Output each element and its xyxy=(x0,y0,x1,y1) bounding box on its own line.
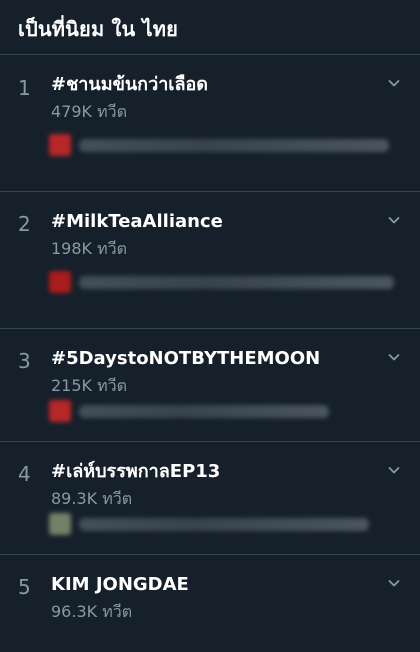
chevron-down-icon[interactable] xyxy=(386,462,402,478)
chevron-down-icon[interactable] xyxy=(386,575,402,591)
blurred-text xyxy=(79,404,329,418)
trends-header: เป็นที่นิยม ใน ไทย xyxy=(0,0,420,55)
trend-tweet-count: 215K ทวีต xyxy=(51,376,128,395)
trend-tweet-count: 198K ทวีต xyxy=(51,239,128,258)
trend-item-2[interactable]: 2 #MilkTeaAlliance 198K ทวีต xyxy=(0,192,420,329)
trend-rank: 3 xyxy=(18,349,31,373)
avatar xyxy=(49,513,71,535)
trend-name[interactable]: #ชานมข้นกว่าเลือด xyxy=(51,72,208,98)
trend-tweet-count: 479K ทวีต xyxy=(51,102,128,121)
blurred-tweet-preview xyxy=(49,510,399,538)
chevron-down-icon[interactable] xyxy=(386,349,402,365)
blurred-tweet-preview xyxy=(49,131,399,159)
trend-tweet-count: 96.3K ทวีต xyxy=(51,602,133,621)
trend-item-3[interactable]: 3 #5DaystoNOTBYTHEMOON 215K ทวีต xyxy=(0,329,420,442)
trend-rank: 5 xyxy=(18,575,31,599)
trend-rank: 2 xyxy=(18,212,31,236)
trend-name[interactable]: #MilkTeaAlliance xyxy=(51,209,223,235)
trend-tweet-count: 89.3K ทวีต xyxy=(51,489,133,508)
trend-item-5[interactable]: 5 KIM JONGDAE 96.3K ทวีต xyxy=(0,555,420,649)
chevron-down-icon[interactable] xyxy=(386,212,402,228)
avatar xyxy=(49,400,71,422)
trend-name[interactable]: #5DaystoNOTBYTHEMOON xyxy=(51,346,320,372)
trend-item-1[interactable]: 1 #ชานมข้นกว่าเลือด 479K ทวีต xyxy=(0,55,420,192)
blurred-tweet-preview xyxy=(49,268,399,296)
trend-rank: 1 xyxy=(18,76,31,100)
trend-name[interactable]: #เล่ห์บรรพกาลEP13 xyxy=(51,459,220,485)
blurred-text xyxy=(79,138,389,152)
blurred-tweet-preview xyxy=(49,397,399,425)
trend-item-4[interactable]: 4 #เล่ห์บรรพกาลEP13 89.3K ทวีต xyxy=(0,442,420,555)
trend-rank: 4 xyxy=(18,462,31,486)
blurred-text xyxy=(79,275,394,289)
blurred-text xyxy=(79,517,369,531)
trend-name[interactable]: KIM JONGDAE xyxy=(51,572,189,598)
chevron-down-icon[interactable] xyxy=(386,75,402,91)
page-title: เป็นที่นิยม ใน ไทย xyxy=(18,17,179,41)
avatar xyxy=(49,134,71,156)
avatar xyxy=(49,271,71,293)
